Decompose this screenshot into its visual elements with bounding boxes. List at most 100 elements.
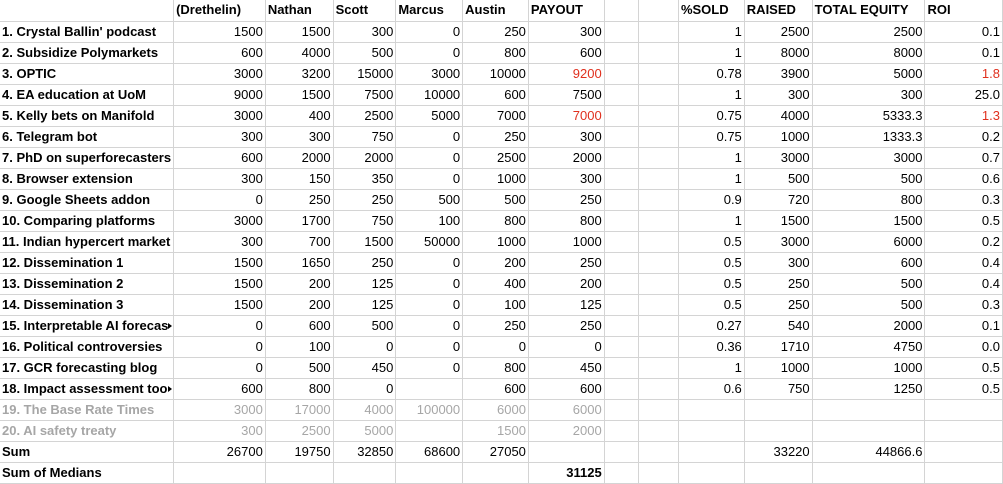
cell-g[interactable]: 250	[528, 189, 605, 211]
cell-c[interactable]: 1500	[265, 21, 334, 43]
cell-b[interactable]: 600	[173, 378, 266, 400]
cell-g[interactable]: 300	[528, 126, 605, 148]
cell-l[interactable]: 1250	[812, 378, 926, 400]
cell-j[interactable]: 0.5	[678, 273, 745, 295]
row-label[interactable]: 19. The Base Rate Times	[0, 399, 175, 421]
cell-j[interactable]: 1	[678, 210, 745, 232]
cell-h[interactable]	[604, 147, 640, 169]
cell-g[interactable]: 7000	[528, 105, 605, 127]
cell-b[interactable]: 300	[173, 168, 266, 190]
cell-i[interactable]	[638, 294, 679, 316]
cell-m[interactable]: 0.5	[924, 378, 1003, 400]
cell-k[interactable]: 3000	[744, 147, 813, 169]
cell-k[interactable]: 1710	[744, 336, 813, 358]
cell-f[interactable]: 600	[462, 84, 529, 106]
cell-d[interactable]: 2500	[333, 105, 397, 127]
cell-h[interactable]	[604, 126, 640, 148]
cell-k[interactable]: 3900	[744, 63, 813, 85]
cell-i[interactable]	[638, 231, 679, 253]
cell-g[interactable]: 1000	[528, 231, 605, 253]
cell-i[interactable]	[638, 273, 679, 295]
cell-m[interactable]: 0.1	[924, 21, 1003, 43]
cell-b[interactable]: 3000	[173, 399, 266, 421]
cell-g[interactable]: 6000	[528, 399, 605, 421]
cell-l[interactable]: 1333.3	[812, 126, 926, 148]
cell-k[interactable]: 750	[744, 378, 813, 400]
cell-l[interactable]: 6000	[812, 231, 926, 253]
cell-k[interactable]: 8000	[744, 42, 813, 64]
row-label[interactable]: 9. Google Sheets addon	[0, 189, 175, 211]
cell-l[interactable]: 8000	[812, 42, 926, 64]
column-header-f[interactable]: Austin	[462, 0, 529, 22]
cell-g[interactable]: 250	[528, 315, 605, 337]
cell-h[interactable]	[604, 189, 640, 211]
cell-m[interactable]: 1.8	[924, 63, 1003, 85]
row-label[interactable]: Sum	[0, 441, 175, 463]
cell-l[interactable]: 4750	[812, 336, 926, 358]
cell-h[interactable]	[604, 441, 640, 463]
cell-l[interactable]: 800	[812, 189, 926, 211]
cell-i[interactable]	[638, 42, 679, 64]
cell-m[interactable]: 0.4	[924, 273, 1003, 295]
cell-d[interactable]: 450	[333, 357, 397, 379]
cell-b[interactable]: 3000	[173, 105, 266, 127]
cell-d[interactable]: 0	[333, 336, 397, 358]
row-label[interactable]: 10. Comparing platforms	[0, 210, 175, 232]
cell-b[interactable]: 1500	[173, 252, 266, 274]
cell-g[interactable]: 800	[528, 210, 605, 232]
cell-e[interactable]: 0	[395, 126, 464, 148]
cell-b[interactable]: 0	[173, 189, 266, 211]
cell-h[interactable]	[604, 105, 640, 127]
cell-g[interactable]: 2000	[528, 147, 605, 169]
cell-h[interactable]	[604, 273, 640, 295]
cell-b[interactable]: 300	[173, 231, 266, 253]
cell-d[interactable]: 750	[333, 126, 397, 148]
cell-b[interactable]: 26700	[173, 441, 266, 463]
cell-b[interactable]: 600	[173, 42, 266, 64]
cell-m[interactable]: 0.3	[924, 189, 1003, 211]
column-header-a[interactable]	[0, 0, 175, 22]
cell-g[interactable]: 300	[528, 168, 605, 190]
cell-c[interactable]: 17000	[265, 399, 334, 421]
cell-e[interactable]: 100000	[395, 399, 464, 421]
cell-i[interactable]	[638, 378, 679, 400]
cell-l[interactable]: 3000	[812, 147, 926, 169]
cell-j[interactable]: 0.6	[678, 378, 745, 400]
cell-j[interactable]: 0.78	[678, 63, 745, 85]
cell-g[interactable]: 125	[528, 294, 605, 316]
cell-l[interactable]: 5333.3	[812, 105, 926, 127]
cell-f[interactable]: 10000	[462, 63, 529, 85]
cell-c[interactable]	[265, 462, 334, 484]
cell-e[interactable]: 3000	[395, 63, 464, 85]
cell-d[interactable]: 15000	[333, 63, 397, 85]
cell-h[interactable]	[604, 252, 640, 274]
row-label[interactable]: 13. Dissemination 2	[0, 273, 175, 295]
cell-c[interactable]: 19750	[265, 441, 334, 463]
row-label[interactable]: 2. Subsidize Polymarkets	[0, 42, 175, 64]
cell-j[interactable]: 0.75	[678, 105, 745, 127]
cell-f[interactable]: 100	[462, 294, 529, 316]
cell-f[interactable]: 6000	[462, 399, 529, 421]
cell-g[interactable]: 300	[528, 21, 605, 43]
cell-k[interactable]: 1000	[744, 126, 813, 148]
cell-j[interactable]: 0.27	[678, 315, 745, 337]
cell-c[interactable]: 2500	[265, 420, 334, 442]
cell-i[interactable]	[638, 441, 679, 463]
cell-i[interactable]	[638, 126, 679, 148]
cell-g[interactable]: 7500	[528, 84, 605, 106]
cell-f[interactable]	[462, 462, 529, 484]
cell-i[interactable]	[638, 399, 679, 421]
cell-f[interactable]: 250	[462, 315, 529, 337]
cell-b[interactable]	[173, 462, 266, 484]
cell-j[interactable]	[678, 420, 745, 442]
row-label[interactable]: 8. Browser extension	[0, 168, 175, 190]
cell-e[interactable]: 0	[395, 315, 464, 337]
cell-i[interactable]	[638, 357, 679, 379]
cell-f[interactable]: 400	[462, 273, 529, 295]
cell-j[interactable]: 1	[678, 84, 745, 106]
column-header-d[interactable]: Scott	[333, 0, 397, 22]
cell-g[interactable]: 250	[528, 252, 605, 274]
column-header-c[interactable]: Nathan	[265, 0, 334, 22]
cell-j[interactable]	[678, 441, 745, 463]
cell-m[interactable]: 0.4	[924, 252, 1003, 274]
